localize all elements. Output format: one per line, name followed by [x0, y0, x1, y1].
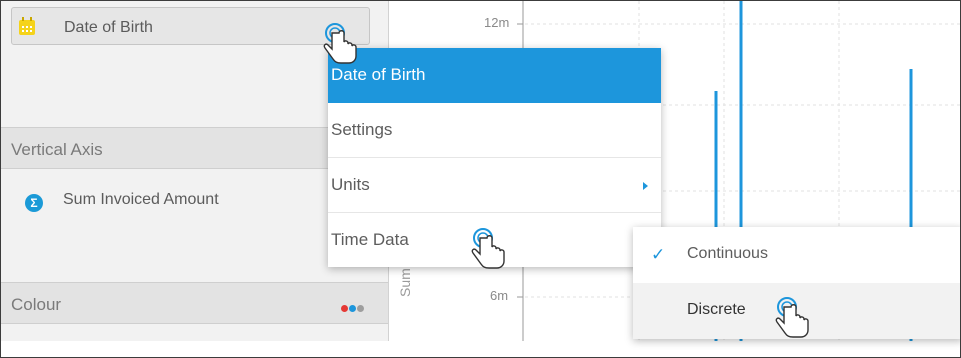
date-of-birth-field-chip[interactable]: Date of Birth	[11, 7, 370, 45]
colour-section-header[interactable]: Colour	[1, 282, 388, 324]
menu-item-label: Settings	[331, 120, 393, 139]
menu-item-settings[interactable]: Settings	[328, 103, 661, 158]
y-tick-label-mid: 6m	[490, 288, 509, 303]
vertical-axis-title: Vertical Axis	[11, 140, 103, 159]
submenu-item-continuous[interactable]: ✓ Continuous	[633, 227, 960, 283]
colour-dot-grey	[357, 305, 364, 312]
submenu-item-label: Discrete	[687, 301, 746, 318]
colour-dot-red	[341, 305, 348, 312]
hand-pointer-cursor	[323, 23, 357, 64]
menu-item-units[interactable]: Units	[328, 158, 661, 213]
chevron-right-icon	[643, 182, 648, 190]
hand-pointer-cursor	[775, 297, 809, 338]
sigma-icon: Σ	[25, 194, 43, 212]
colour-palette-icon[interactable]	[341, 299, 373, 312]
field-chip-label: Date of Birth	[64, 19, 153, 36]
app-frame: Date of Birth Vertical Axis Σ Sum Invoic…	[0, 0, 961, 358]
colour-title: Colour	[11, 295, 62, 314]
check-icon: ✓	[651, 245, 666, 264]
menu-item-label: Units	[331, 175, 370, 194]
hand-pointer-cursor	[471, 228, 505, 269]
sum-invoiced-amount-field[interactable]: Sum Invoiced Amount	[63, 191, 219, 209]
colour-dot-blue	[349, 305, 356, 312]
submenu-item-label: Continuous	[687, 245, 768, 262]
menu-item-date-of-birth[interactable]: Date of Birth	[328, 48, 661, 103]
calendar-icon	[19, 17, 35, 35]
menu-item-label: Time Data	[331, 230, 409, 249]
y-tick-label-top: 12m	[484, 15, 510, 30]
